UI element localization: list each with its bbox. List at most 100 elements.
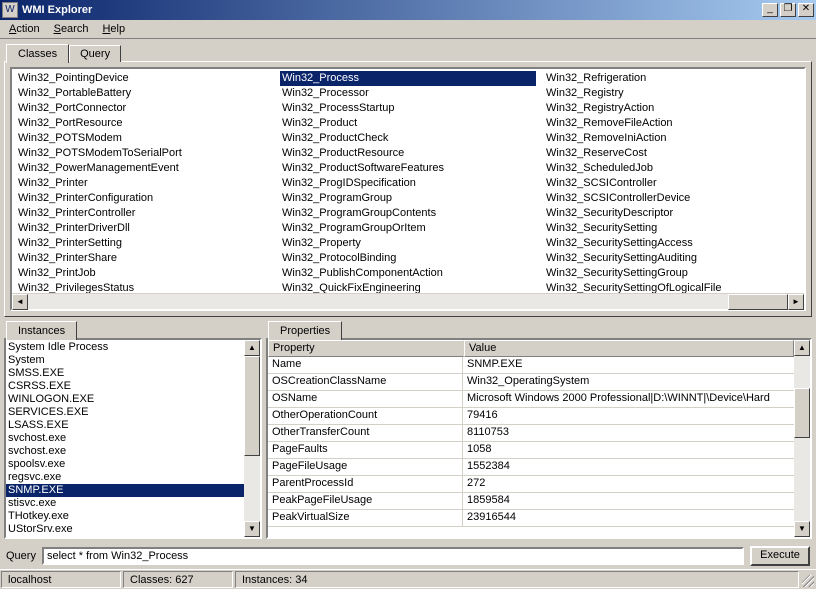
property-row[interactable]: OSNameMicrosoft Windows 2000 Professiona… (268, 391, 794, 408)
scroll-right-icon[interactable]: ► (788, 294, 804, 310)
execute-button[interactable]: Execute (750, 546, 810, 566)
instance-item[interactable]: System Idle Process (6, 341, 244, 354)
instance-item[interactable]: SNMP.EXE (6, 484, 244, 497)
class-item[interactable]: Win32_Registry (544, 86, 800, 101)
class-item[interactable]: Win32_PrinterDriverDll (16, 221, 272, 236)
class-item[interactable]: Win32_Process (280, 71, 536, 86)
class-item[interactable]: Win32_ScheduledJob (544, 161, 800, 176)
class-item[interactable]: Win32_SCSIControllerDevice (544, 191, 800, 206)
menu-search[interactable]: Search (47, 21, 96, 37)
class-item[interactable]: Win32_PrinterShare (16, 251, 272, 266)
class-item[interactable]: Win32_ProductCheck (280, 131, 536, 146)
main-tabstrip: Classes Query (6, 43, 812, 62)
scroll-up-icon[interactable]: ▲ (244, 340, 260, 356)
header-property[interactable]: Property (268, 340, 464, 357)
classes-hscroll[interactable]: ◄ ► (12, 293, 804, 309)
scroll-down-icon[interactable]: ▼ (794, 521, 810, 537)
property-row[interactable]: PageFileUsage1552384 (268, 459, 794, 476)
resize-grip[interactable] (800, 570, 816, 589)
class-item[interactable]: Win32_QuickFixEngineering (280, 281, 536, 293)
scroll-left-icon[interactable]: ◄ (12, 294, 28, 310)
class-item[interactable]: Win32_ProtocolBinding (280, 251, 536, 266)
class-item[interactable]: Win32_PrivilegesStatus (16, 281, 272, 293)
class-item[interactable]: Win32_SCSIController (544, 176, 800, 191)
class-item[interactable]: Win32_RemoveIniAction (544, 131, 800, 146)
class-item[interactable]: Win32_Processor (280, 86, 536, 101)
property-row[interactable]: NameSNMP.EXE (268, 357, 794, 374)
class-item[interactable]: Win32_ProgramGroupContents (280, 206, 536, 221)
class-item[interactable]: Win32_PrinterConfiguration (16, 191, 272, 206)
class-item[interactable]: Win32_PowerManagementEvent (16, 161, 272, 176)
instance-item[interactable]: SERVICES.EXE (6, 406, 244, 419)
instance-item[interactable]: CSRSS.EXE (6, 380, 244, 393)
class-item[interactable]: Win32_Property (280, 236, 536, 251)
instance-item[interactable]: svchost.exe (6, 432, 244, 445)
instance-item[interactable]: regsvc.exe (6, 471, 244, 484)
class-item[interactable]: Win32_ProgIDSpecification (280, 176, 536, 191)
class-item[interactable]: Win32_PublishComponentAction (280, 266, 536, 281)
instance-item[interactable]: WINLOGON.EXE (6, 393, 244, 406)
class-item[interactable]: Win32_SecuritySetting (544, 221, 800, 236)
tab-classes[interactable]: Classes (6, 44, 69, 63)
class-item[interactable]: Win32_PrinterController (16, 206, 272, 221)
class-item[interactable]: Win32_RegistryAction (544, 101, 800, 116)
instance-item[interactable]: spoolsv.exe (6, 458, 244, 471)
class-item[interactable]: Win32_SecuritySettingGroup (544, 266, 800, 281)
class-item[interactable]: Win32_Printer (16, 176, 272, 191)
instance-item[interactable]: LSASS.EXE (6, 419, 244, 432)
instance-item[interactable]: stisvc.exe (6, 497, 244, 510)
class-item[interactable]: Win32_SecuritySettingOfLogicalFile (544, 281, 800, 293)
classes-listbox[interactable]: Win32_PointingDeviceWin32_PortableBatter… (10, 67, 806, 311)
class-item[interactable]: Win32_Product (280, 116, 536, 131)
property-row[interactable]: PeakVirtualSize23916544 (268, 510, 794, 527)
class-item[interactable]: Win32_PortConnector (16, 101, 272, 116)
menu-action[interactable]: Action (2, 21, 47, 37)
property-value: 8110753 (463, 425, 794, 441)
class-item[interactable]: Win32_ProgramGroup (280, 191, 536, 206)
header-value[interactable]: Value (464, 340, 794, 357)
class-item[interactable]: Win32_PrintJob (16, 266, 272, 281)
instance-item[interactable]: svchost.exe (6, 445, 244, 458)
property-row[interactable]: OtherOperationCount79416 (268, 408, 794, 425)
class-item[interactable]: Win32_POTSModemToSerialPort (16, 146, 272, 161)
instance-item[interactable]: UStorSrv.exe (6, 523, 244, 536)
class-item[interactable]: Win32_PrinterSetting (16, 236, 272, 251)
instances-vscroll[interactable]: ▲ ▼ (244, 340, 260, 537)
property-value: Win32_OperatingSystem (463, 374, 794, 390)
class-item[interactable]: Win32_SecuritySettingAccess (544, 236, 800, 251)
properties-vscroll[interactable]: ▲ ▼ (794, 340, 810, 537)
query-input[interactable] (42, 547, 744, 565)
class-item[interactable]: Win32_SecuritySettingAuditing (544, 251, 800, 266)
scroll-down-icon[interactable]: ▼ (244, 521, 260, 537)
property-row[interactable]: ParentProcessId272 (268, 476, 794, 493)
tab-properties[interactable]: Properties (268, 321, 342, 340)
tab-query[interactable]: Query (69, 45, 121, 62)
scroll-up-icon[interactable]: ▲ (794, 340, 810, 356)
class-item[interactable]: Win32_PortableBattery (16, 86, 272, 101)
close-button[interactable]: ✕ (798, 3, 814, 17)
class-item[interactable]: Win32_SecurityDescriptor (544, 206, 800, 221)
class-item[interactable]: Win32_ProcessStartup (280, 101, 536, 116)
class-item[interactable]: Win32_ProductSoftwareFeatures (280, 161, 536, 176)
class-item[interactable]: Win32_PointingDevice (16, 71, 272, 86)
class-item[interactable]: Win32_POTSModem (16, 131, 272, 146)
class-item[interactable]: Win32_ProductResource (280, 146, 536, 161)
class-item[interactable]: Win32_ReserveCost (544, 146, 800, 161)
menu-help[interactable]: Help (95, 21, 132, 37)
tab-instances[interactable]: Instances (6, 321, 77, 340)
class-item[interactable]: Win32_ProgramGroupOrItem (280, 221, 536, 236)
property-row[interactable]: PageFaults1058 (268, 442, 794, 459)
property-row[interactable]: OSCreationClassNameWin32_OperatingSystem (268, 374, 794, 391)
instance-item[interactable]: THotkey.exe (6, 510, 244, 523)
class-item[interactable]: Win32_Refrigeration (544, 71, 800, 86)
instance-item[interactable]: System (6, 354, 244, 367)
class-item[interactable]: Win32_PortResource (16, 116, 272, 131)
instances-listbox[interactable]: System Idle ProcessSystemSMSS.EXECSRSS.E… (4, 338, 262, 539)
minimize-button[interactable]: _ (762, 3, 778, 17)
properties-grid[interactable]: Property Value NameSNMP.EXEOSCreationCla… (266, 338, 812, 539)
instance-item[interactable]: SMSS.EXE (6, 367, 244, 380)
maximize-button[interactable]: ❐ (780, 3, 796, 17)
property-row[interactable]: OtherTransferCount8110753 (268, 425, 794, 442)
property-row[interactable]: PeakPageFileUsage1859584 (268, 493, 794, 510)
class-item[interactable]: Win32_RemoveFileAction (544, 116, 800, 131)
